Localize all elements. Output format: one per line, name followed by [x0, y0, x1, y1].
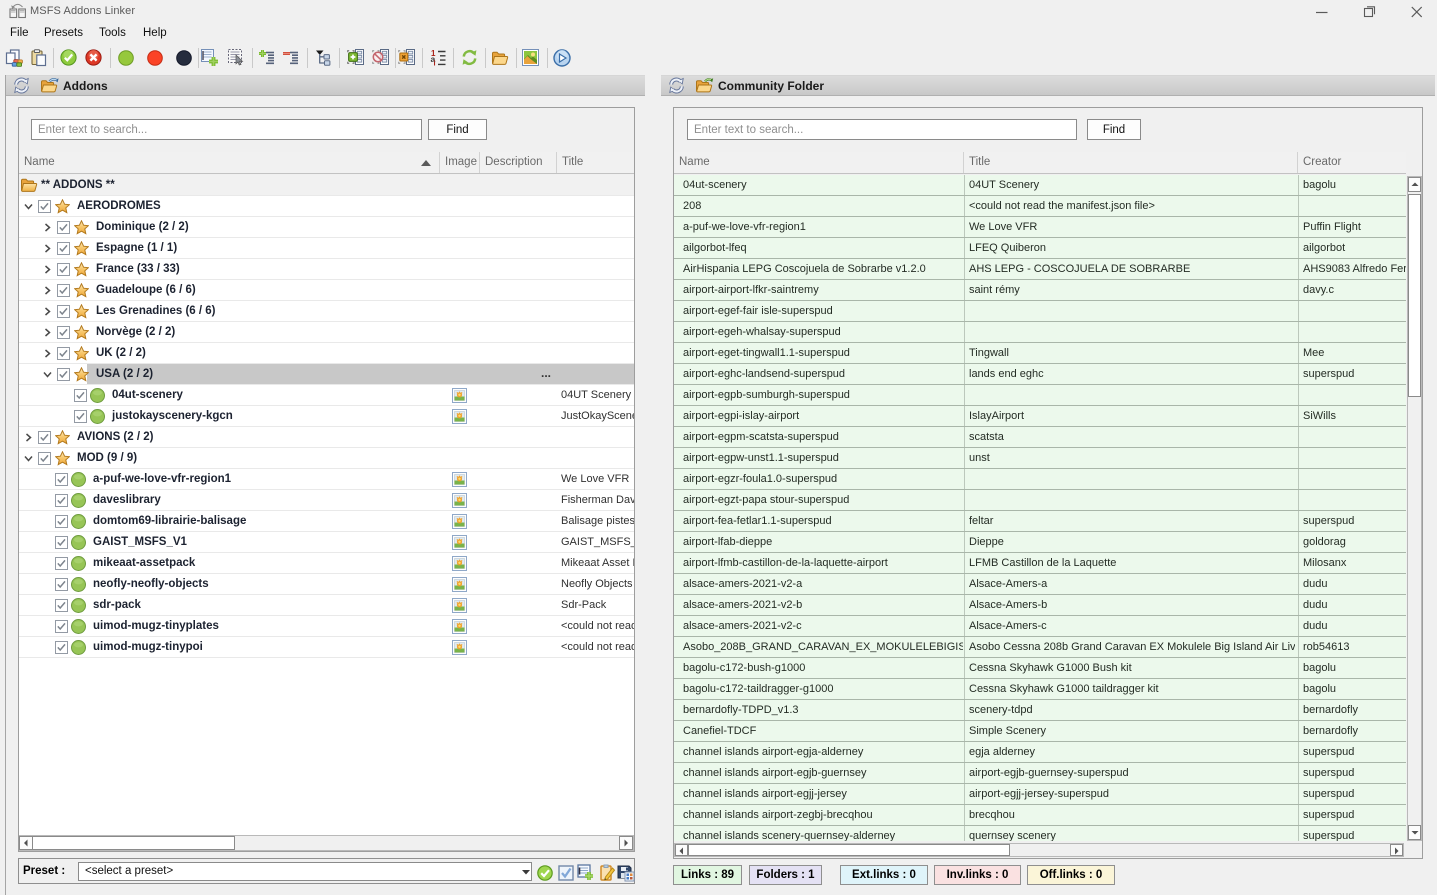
svg-text:i: i	[434, 59, 436, 67]
